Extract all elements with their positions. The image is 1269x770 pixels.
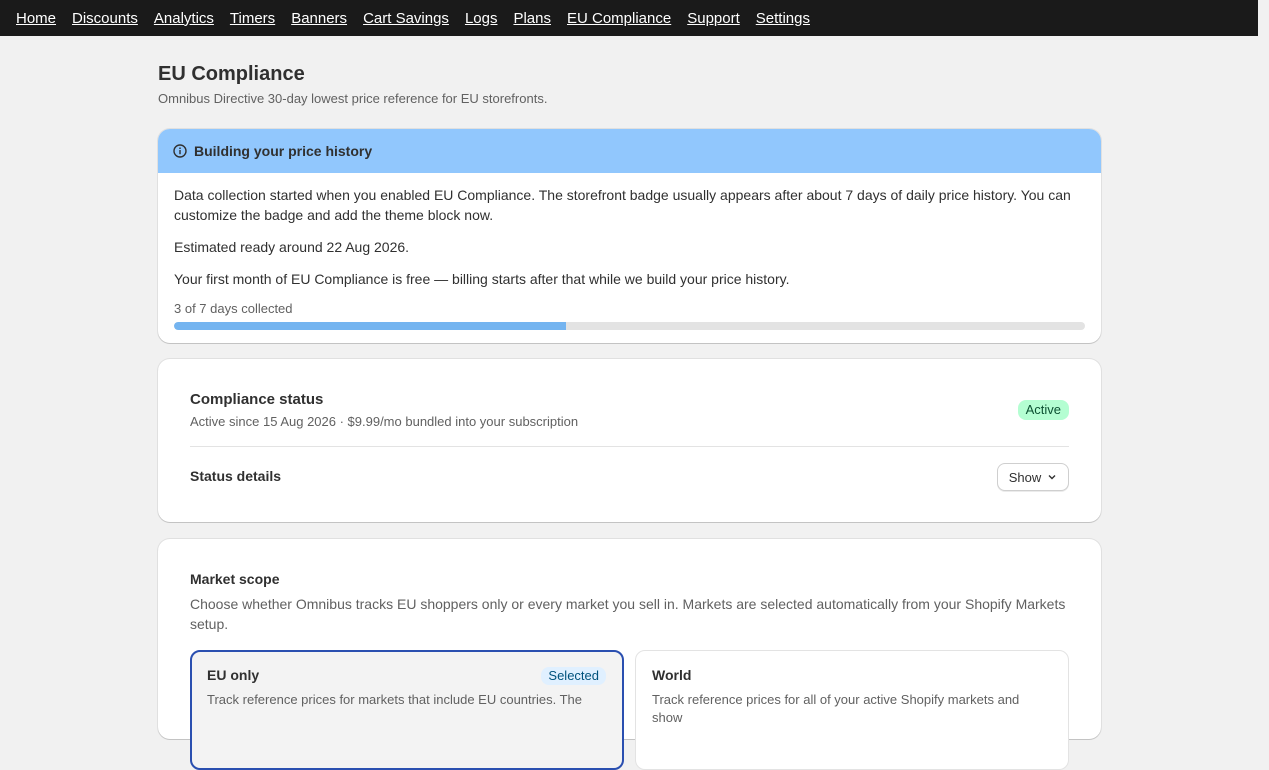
nav-settings[interactable]: Settings [756,10,810,27]
status-badge: Active [1017,400,1069,420]
chevron-down-icon [1047,472,1057,482]
progress-bar [174,322,1085,330]
selected-badge: Selected [541,667,606,685]
top-navigation: Home Discounts Analytics Timers Banners … [0,0,1258,36]
price-history-banner: Building your price history Data collect… [158,129,1101,343]
nav-logs[interactable]: Logs [465,10,498,27]
page-header: EU Compliance Omnibus Directive 30-day l… [158,62,1101,107]
nav-analytics[interactable]: Analytics [154,10,214,27]
market-scope-card: Market scope Choose whether Omnibus trac… [158,539,1101,770]
nav-home[interactable]: Home [16,10,56,27]
page-title: EU Compliance [158,63,305,85]
info-icon [173,144,187,158]
banner-body: Data collection started when you enabled… [158,173,1101,330]
option-description: Track reference prices for markets that … [207,692,582,707]
nav-cart-savings[interactable]: Cart Savings [363,10,449,27]
status-title: Compliance status [190,391,324,408]
show-details-button[interactable]: Show [997,463,1069,491]
status-subtitle: Active since 15 Aug 2026 · $9.99/mo bund… [190,414,579,429]
banner-header: Building your price history [158,129,1101,173]
banner-estimate: Estimated ready around 22 Aug 2026. [174,239,410,255]
nav-support[interactable]: Support [687,10,740,27]
market-scope-description: Choose whether Omnibus tracks EU shopper… [190,596,1066,632]
banner-billing-note: Your first month of EU Compliance is fre… [174,271,790,287]
option-world[interactable]: World Track reference prices for all of … [635,650,1069,770]
divider [190,446,1069,447]
banner-title: Building your price history [194,143,373,159]
option-title: World [652,667,692,683]
progress-label: 3 of 7 days collected [174,301,293,316]
page-subtitle: Omnibus Directive 30-day lowest price re… [158,91,548,106]
nav-discounts[interactable]: Discounts [72,10,138,27]
nav-banners[interactable]: Banners [291,10,347,27]
nav-timers[interactable]: Timers [230,10,275,27]
market-scope-title: Market scope [190,571,280,587]
option-description: Track reference prices for all of your a… [652,692,1020,725]
status-heading-group: Compliance status Active since 15 Aug 20… [190,391,578,429]
progress-fill [174,322,566,330]
status-details-label: Status details [190,468,282,484]
banner-paragraph: Data collection started when you enabled… [174,187,1071,223]
compliance-status-card: Compliance status Active since 15 Aug 20… [158,359,1101,522]
option-eu-only[interactable]: EU only Selected Track reference prices … [190,650,624,770]
show-label: Show [1008,469,1042,485]
nav-plans[interactable]: Plans [513,10,551,27]
nav-eu-compliance[interactable]: EU Compliance [567,10,671,27]
